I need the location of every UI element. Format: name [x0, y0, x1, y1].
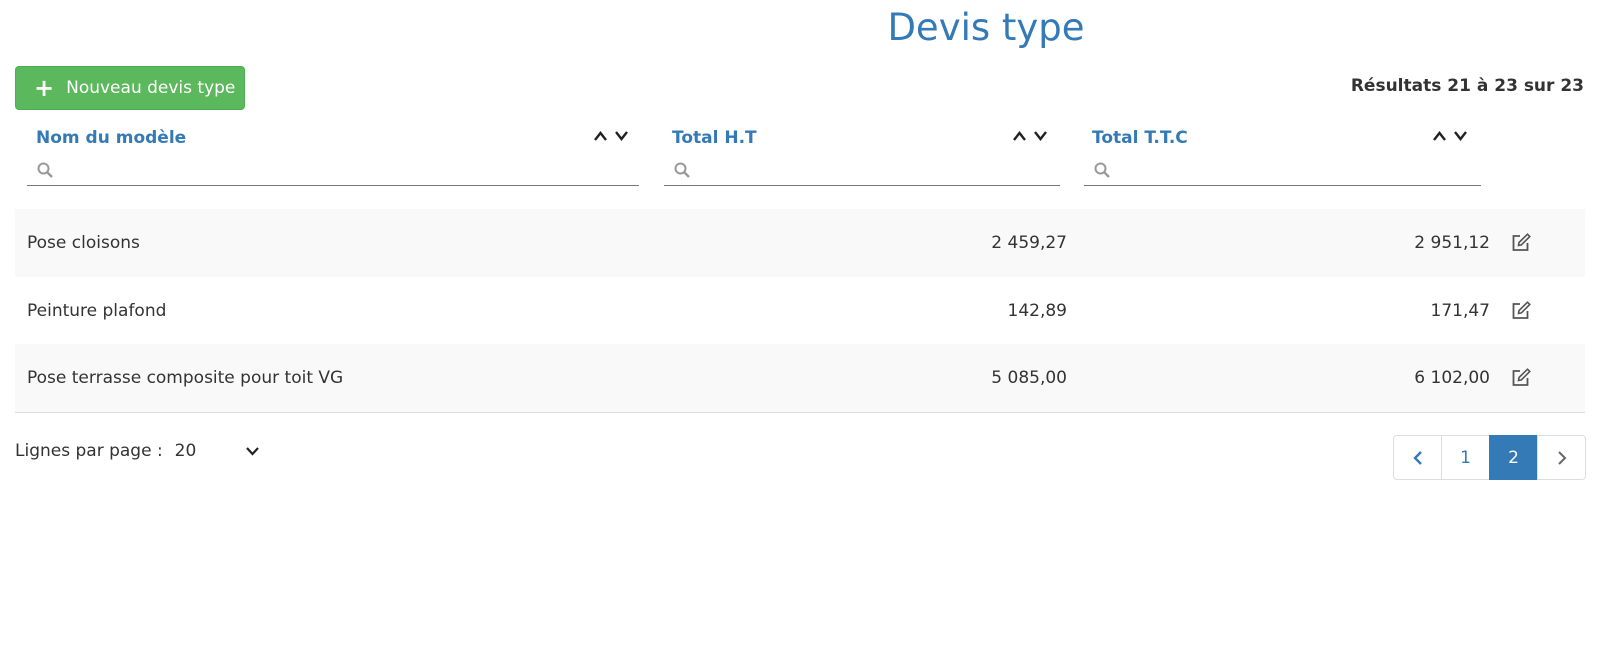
plus-icon: + — [34, 74, 55, 102]
cell-total-ht: 2 459,27 — [991, 233, 1067, 253]
search-icon — [674, 162, 690, 178]
page-2-button[interactable]: 2 — [1489, 435, 1538, 480]
cell-total-ttc: 2 951,12 — [1414, 233, 1490, 253]
rows-per-page-select[interactable]: 20 — [175, 441, 260, 461]
edit-icon[interactable] — [1511, 300, 1531, 320]
pagination: 1 2 — [1393, 435, 1586, 480]
sort-ascending-icon[interactable] — [1432, 130, 1447, 142]
search-input-ttc[interactable] — [1118, 160, 1475, 182]
results-count: Résultats 21 à 23 sur 23 — [1350, 76, 1584, 96]
column-label-ht[interactable]: Total H.T — [672, 128, 757, 148]
chevron-left-icon — [1412, 450, 1422, 465]
search-icon — [37, 162, 53, 178]
search-input-ht[interactable] — [698, 160, 1054, 182]
previous-page-button[interactable] — [1393, 435, 1442, 480]
page-1-button[interactable]: 1 — [1441, 435, 1490, 480]
sort-descending-icon[interactable] — [1453, 130, 1468, 142]
table-row[interactable]: Pose cloisons 2 459,27 2 951,12 — [15, 209, 1585, 277]
edit-icon[interactable] — [1511, 233, 1531, 252]
column-label-nom[interactable]: Nom du modèle — [36, 128, 186, 148]
cell-name: Pose terrasse composite pour toit VG — [27, 368, 344, 388]
table-row[interactable]: Pose terrasse composite pour toit VG 5 0… — [15, 344, 1585, 412]
cell-total-ht: 142,89 — [1007, 300, 1067, 321]
filter-ttc — [1084, 156, 1481, 186]
new-devis-type-button[interactable]: + Nouveau devis type — [15, 66, 245, 110]
search-input-nom[interactable] — [61, 160, 633, 182]
filter-nom — [27, 156, 639, 186]
filter-ht — [664, 156, 1060, 186]
cell-name: Pose cloisons — [27, 233, 140, 253]
devis-table: Pose cloisons 2 459,27 2 951,12 Peinture… — [15, 209, 1585, 413]
cell-total-ttc: 6 102,00 — [1414, 368, 1490, 388]
sort-ascending-icon[interactable] — [1012, 130, 1027, 142]
sort-descending-icon[interactable] — [1033, 130, 1048, 142]
rows-per-page-label: Lignes par page : — [15, 441, 163, 461]
next-page-button[interactable] — [1537, 435, 1586, 480]
cell-name: Peinture plafond — [27, 300, 167, 321]
cell-total-ttc: 171,47 — [1430, 300, 1490, 321]
sort-descending-icon[interactable] — [614, 130, 629, 142]
page-title: Devis type — [887, 6, 1085, 49]
rows-per-page-value: 20 — [174, 441, 197, 461]
cell-total-ht: 5 085,00 — [991, 368, 1067, 388]
edit-icon[interactable] — [1511, 368, 1531, 387]
rows-per-page: Lignes par page : 20 — [15, 441, 260, 461]
column-label-ttc[interactable]: Total T.T.C — [1092, 128, 1188, 148]
search-icon — [1094, 162, 1110, 178]
sort-ascending-icon[interactable] — [593, 130, 608, 142]
new-devis-type-label: Nouveau devis type — [66, 78, 236, 98]
chevron-down-icon — [245, 447, 259, 456]
table-row[interactable]: Peinture plafond 142,89 171,47 — [15, 277, 1585, 345]
chevron-right-icon — [1557, 450, 1566, 465]
